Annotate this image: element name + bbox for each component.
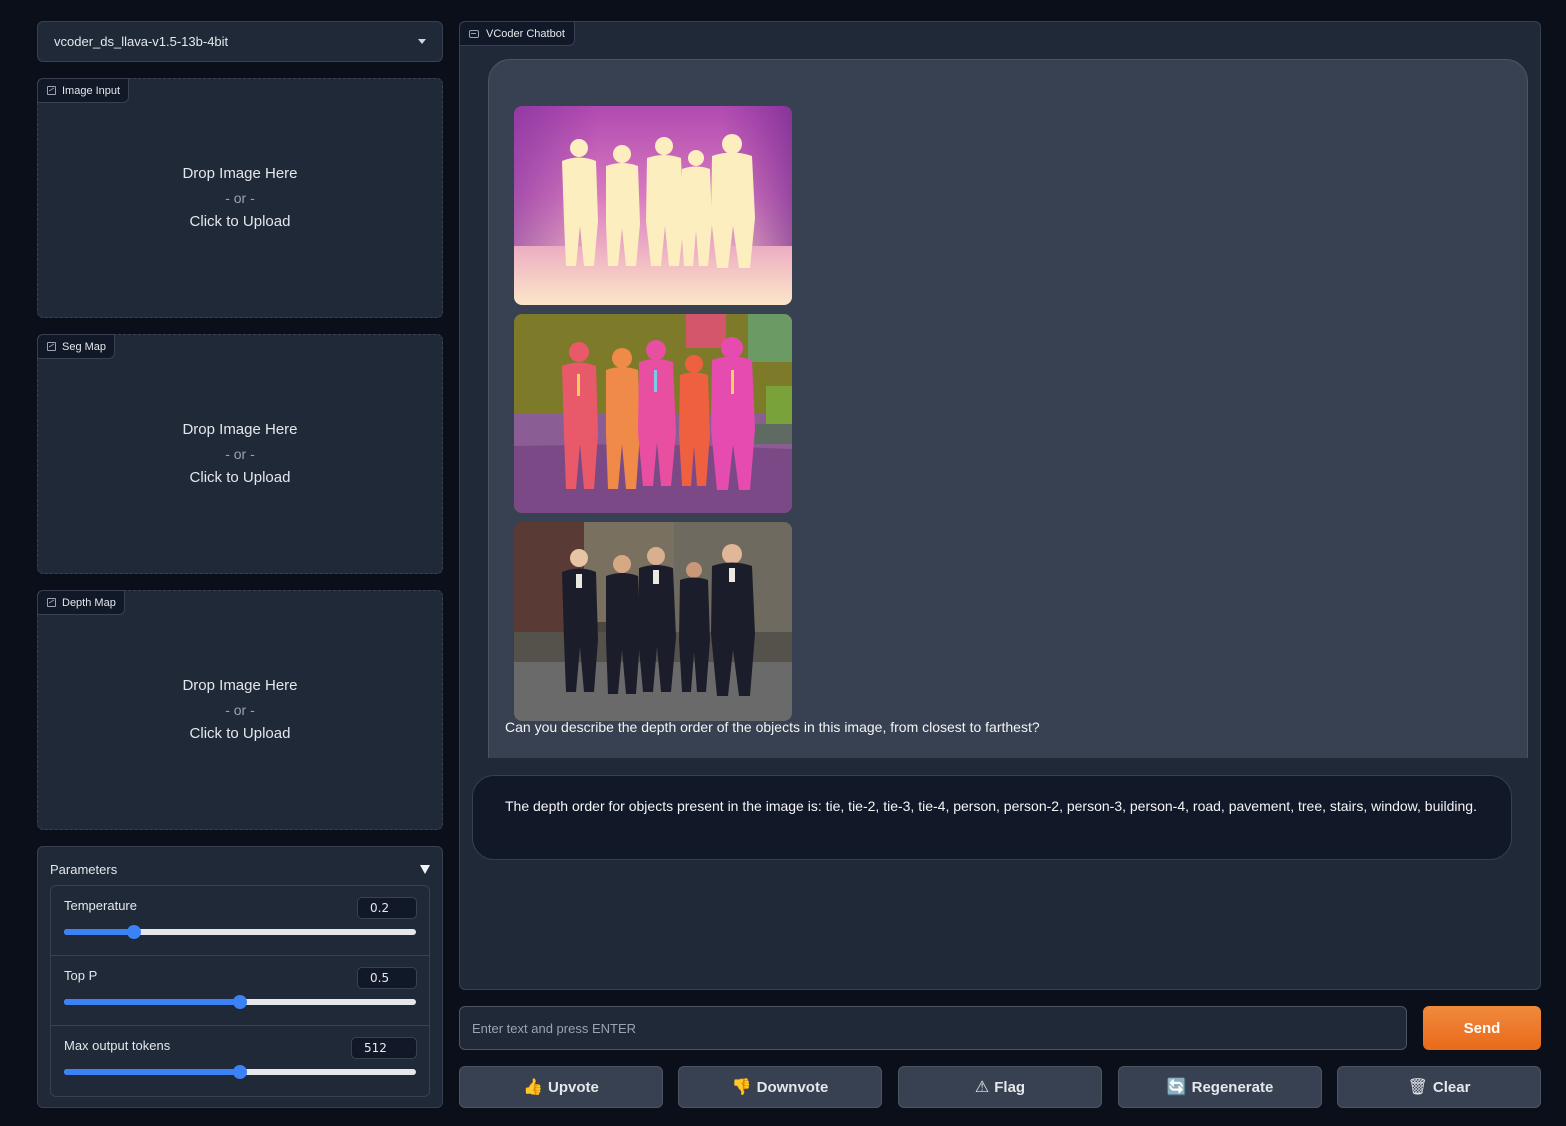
- slider-fill: [64, 999, 240, 1005]
- trash-icon: 🗑: [1407, 1079, 1428, 1096]
- upload-dropzone[interactable]: Drop Image Here - or - Click to Upload: [38, 674, 442, 746]
- upload-dropzone[interactable]: Drop Image Here - or - Click to Upload: [38, 162, 442, 234]
- upload-dropzone[interactable]: Drop Image Here - or - Click to Upload: [38, 418, 442, 490]
- refresh-icon: 🔄: [1166, 1079, 1187, 1096]
- user-message: Can you describe the depth order of the …: [488, 59, 1528, 758]
- parameters-title: Parameters: [50, 861, 118, 877]
- slider-fill: [64, 1069, 240, 1075]
- top-p-number-input[interactable]: 0.5: [357, 967, 417, 989]
- image-icon: [47, 342, 56, 351]
- temperature-number-input[interactable]: 0.2: [357, 897, 417, 919]
- top-p-slider[interactable]: [64, 995, 416, 1009]
- chatbot-panel: VCoder Chatbot Can you describe the dept…: [459, 21, 1541, 990]
- max-tokens-slider[interactable]: [64, 1065, 416, 1079]
- chevron-down-icon: [418, 39, 426, 44]
- thumbs-down-icon: 👎: [731, 1079, 752, 1096]
- depth-map-label: Depth Map: [37, 590, 125, 615]
- model-dropdown[interactable]: vcoder_ds_llava-v1.5-13b-4bit: [37, 21, 443, 62]
- max-tokens-slider-row: Max output tokens 512: [51, 1026, 429, 1096]
- warning-icon: ⚠: [974, 1079, 990, 1096]
- bot-message-text: The depth order for objects present in t…: [505, 798, 1477, 814]
- parameters-toggle[interactable]: Parameters: [50, 859, 430, 879]
- original-photo-image: [514, 522, 792, 721]
- seg-map-upload[interactable]: Seg Map Drop Image Here - or - Click to …: [37, 334, 443, 574]
- seg-map-image: [514, 314, 792, 513]
- chat-icon: [469, 29, 479, 38]
- bot-message: The depth order for objects present in t…: [472, 775, 1512, 860]
- parameters-accordion: Parameters Temperature 0.2 Top P 0.5 Max…: [37, 846, 443, 1108]
- slider-fill: [64, 929, 135, 935]
- slider-handle[interactable]: [233, 995, 247, 1009]
- model-dropdown-value: vcoder_ds_llava-v1.5-13b-4bit: [54, 34, 229, 49]
- seg-map-label: Seg Map: [37, 334, 116, 359]
- collapse-triangle-icon: [420, 864, 430, 874]
- image-icon: [47, 86, 56, 95]
- slider-handle[interactable]: [233, 1065, 247, 1079]
- thumbs-up-icon: 👍: [523, 1079, 544, 1096]
- depth-map-image: [514, 106, 792, 305]
- max-tokens-label: Max output tokens: [64, 1038, 171, 1053]
- downvote-button[interactable]: 👎 Downvote: [678, 1066, 882, 1108]
- image-input-label: Image Input: [37, 78, 130, 103]
- temperature-slider[interactable]: [64, 925, 416, 939]
- top-p-label: Top P: [64, 968, 98, 983]
- flag-button[interactable]: ⚠ Flag: [898, 1066, 1102, 1108]
- image-input-upload[interactable]: Image Input Drop Image Here - or - Click…: [37, 78, 443, 318]
- chatbot-label: VCoder Chatbot: [459, 21, 575, 46]
- top-p-slider-row: Top P 0.5: [51, 956, 429, 1026]
- user-message-text: Can you describe the depth order of the …: [505, 719, 1040, 735]
- max-tokens-number-input[interactable]: 512: [351, 1037, 417, 1059]
- regenerate-button[interactable]: 🔄 Regenerate: [1118, 1066, 1322, 1108]
- temperature-slider-row: Temperature 0.2: [51, 886, 429, 956]
- image-icon: [47, 598, 56, 607]
- parameters-sliders: Temperature 0.2 Top P 0.5 Max output tok…: [50, 885, 430, 1097]
- clear-button[interactable]: 🗑 Clear: [1337, 1066, 1541, 1108]
- upvote-button[interactable]: 👍 Upvote: [459, 1066, 663, 1108]
- chat-text-input[interactable]: [459, 1006, 1407, 1050]
- depth-map-upload[interactable]: Depth Map Drop Image Here - or - Click t…: [37, 590, 443, 830]
- slider-handle[interactable]: [127, 925, 142, 939]
- send-button[interactable]: Send: [1423, 1006, 1541, 1050]
- temperature-label: Temperature: [64, 898, 137, 913]
